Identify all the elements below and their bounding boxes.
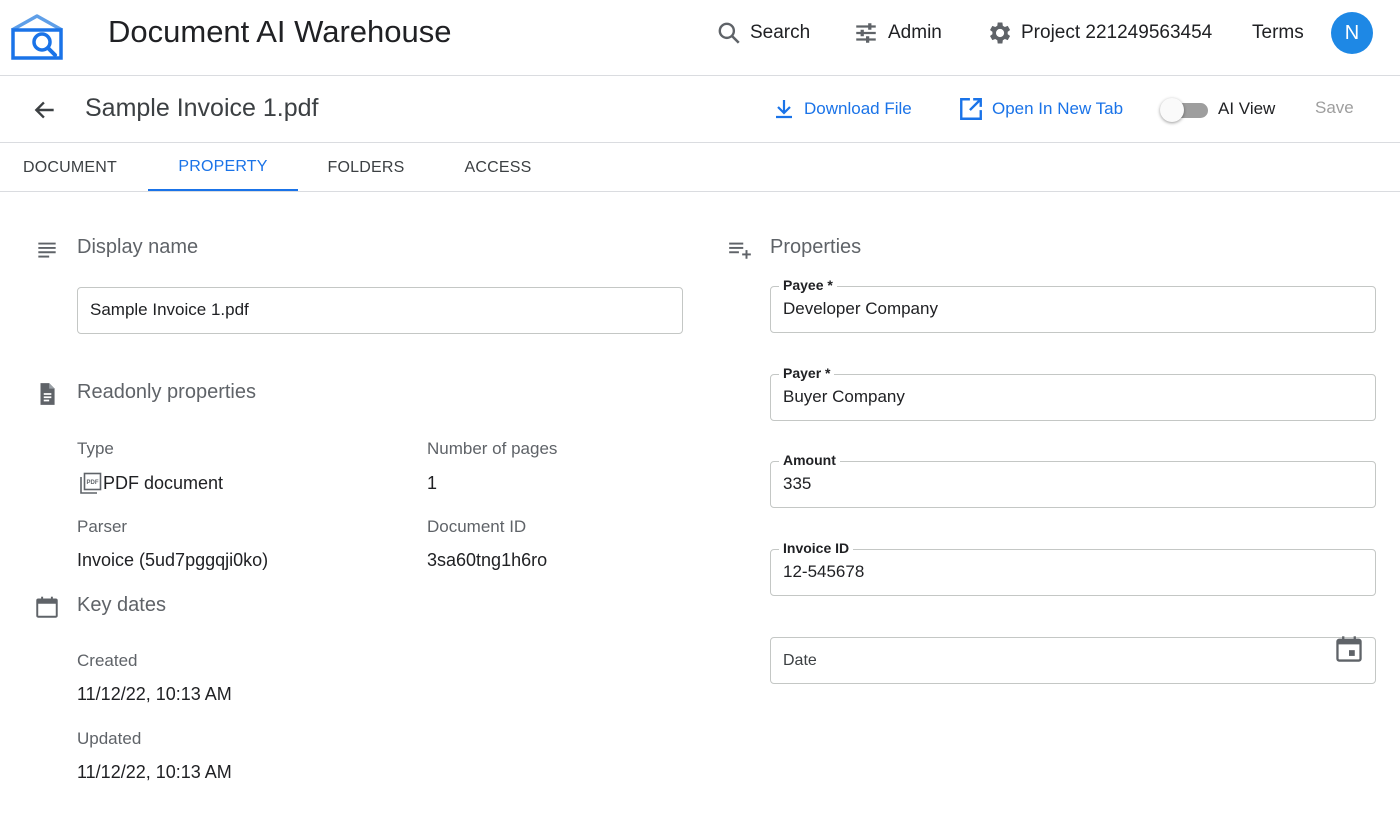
download-file-button[interactable]: Download File — [772, 95, 912, 123]
payer-field[interactable]: Payer * Buyer Company — [770, 365, 1376, 421]
amount-field[interactable]: Amount 335 — [770, 452, 1376, 508]
nav-project-label: Project 221249563454 — [1021, 22, 1213, 43]
payer-label: Payer * — [779, 365, 835, 381]
invoice-id-field[interactable]: Invoice ID 12-545678 — [770, 540, 1376, 596]
notes-icon — [38, 242, 56, 258]
pages-label: Number of pages — [427, 439, 558, 458]
download-icon — [776, 100, 792, 119]
invoice-id-label: Invoice ID — [779, 540, 854, 556]
type-value: PDF document — [103, 473, 224, 493]
document-title: Sample Invoice 1.pdf — [85, 94, 319, 122]
payee-value: Developer Company — [783, 299, 938, 318]
updated-label: Updated — [77, 729, 142, 748]
nav-admin[interactable]: Admin — [852, 18, 942, 48]
pages-value: 1 — [427, 473, 438, 493]
avatar[interactable]: N — [1331, 12, 1373, 54]
tab-folders[interactable]: FOLDERS — [298, 144, 434, 191]
tab-access[interactable]: ACCESS — [434, 144, 562, 191]
key-dates-heading: Key dates — [77, 594, 166, 616]
open-new-tab-label: Open In New Tab — [992, 99, 1124, 118]
date-placeholder: Date — [783, 652, 817, 669]
created-value: 11/12/22, 10:13 AM — [77, 684, 232, 704]
payer-value: Buyer Company — [783, 387, 905, 406]
tab-property[interactable]: PROPERTY — [148, 144, 298, 191]
open-new-tab-button[interactable]: Open In New Tab — [958, 95, 1123, 123]
pdf-icon: PDF — [80, 472, 102, 494]
updated-value: 11/12/22, 10:13 AM — [77, 762, 232, 782]
display-name-heading: Display name — [77, 236, 199, 258]
display-name-value: Sample Invoice 1.pdf — [90, 300, 249, 319]
parser-value: Invoice (5ud7pggqji0ko) — [77, 550, 269, 570]
save-button[interactable]: Save — [1315, 98, 1354, 118]
created-label: Created — [77, 651, 138, 670]
readonly-heading: Readonly properties — [77, 381, 256, 403]
search-icon — [718, 22, 740, 44]
nav-project[interactable]: Project 221249563454 — [985, 18, 1212, 48]
payee-label: Payee * — [779, 277, 837, 293]
amount-label: Amount — [779, 452, 840, 468]
calendar-icon — [36, 596, 58, 618]
app-title: Document AI Warehouse — [108, 14, 452, 49]
invoice-id-value: 12-545678 — [783, 562, 865, 581]
nav-terms-label: Terms — [1252, 22, 1304, 43]
toggle-knob — [1160, 98, 1184, 122]
nav-admin-label: Admin — [888, 22, 942, 43]
parser-label: Parser — [77, 517, 128, 536]
ai-view-label: AI View — [1218, 99, 1276, 118]
gear-icon — [990, 22, 1011, 44]
date-field[interactable]: Date — [770, 634, 1376, 684]
ai-view-toggle[interactable] — [1160, 98, 1208, 122]
document-id-label: Document ID — [427, 517, 527, 536]
payee-field[interactable]: Payee * Developer Company — [770, 277, 1376, 333]
nav-terms[interactable]: Terms — [1252, 18, 1304, 48]
warehouse-logo-icon — [11, 14, 63, 60]
properties-heading: Properties — [770, 236, 862, 258]
back-arrow-icon[interactable] — [32, 97, 58, 123]
display-name-field[interactable]: Sample Invoice 1.pdf — [77, 287, 683, 334]
open-in-new-icon — [960, 98, 982, 120]
document-id-value: 3sa60tng1h6ro — [427, 550, 548, 570]
tab-document[interactable]: DOCUMENT — [0, 144, 140, 191]
tune-icon — [856, 23, 876, 43]
nav-search-label: Search — [750, 22, 811, 43]
playlist-add-icon — [729, 242, 751, 259]
description-icon — [40, 383, 55, 405]
date-picker-icon[interactable] — [1335, 634, 1363, 664]
tab-bar: DOCUMENT PROPERTY FOLDERS ACCESS — [0, 144, 1400, 192]
download-file-label: Download File — [804, 99, 912, 118]
svg-text:PDF: PDF — [87, 480, 99, 486]
document-header: Sample Invoice 1.pdf Download File Open … — [0, 77, 1400, 143]
amount-value: 335 — [783, 474, 812, 493]
app-bar: Document AI Warehouse Search Admin Proje… — [0, 0, 1400, 76]
nav-search[interactable]: Search — [716, 18, 810, 48]
type-label: Type — [77, 439, 114, 458]
